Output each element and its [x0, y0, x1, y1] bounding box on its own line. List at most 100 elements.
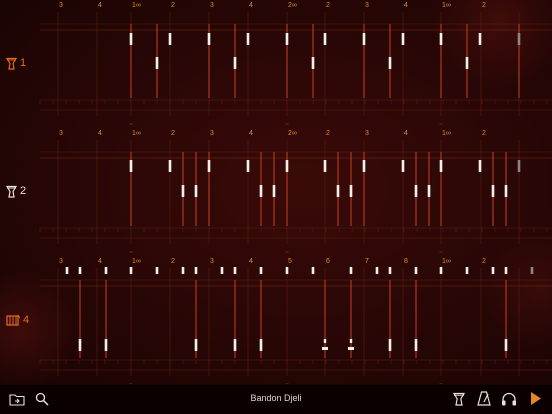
note-low — [491, 185, 495, 197]
note-high — [439, 33, 443, 45]
ruler-label: 2 — [171, 2, 175, 9]
note-high — [129, 267, 133, 274]
note-low — [78, 339, 82, 351]
ruler-label: 1∞ — [132, 130, 141, 137]
headphones-button[interactable] — [499, 390, 519, 410]
metronome-button[interactable] — [474, 390, 494, 410]
ruler-label: 4 — [98, 130, 102, 137]
bottom-toolbar: Bandon Djeli — [0, 384, 552, 414]
track-label-2[interactable]: 2 — [6, 183, 26, 199]
note-high — [323, 33, 327, 45]
note-high — [168, 33, 172, 45]
ruler-label: 4 — [404, 2, 408, 9]
beat-mark: = — [129, 250, 133, 256]
note-high — [465, 267, 469, 274]
ruler-label: 2 — [482, 258, 486, 265]
note-high — [478, 160, 482, 172]
note-flam — [348, 347, 354, 350]
note-high — [439, 267, 443, 274]
note-high — [491, 267, 495, 274]
ruler-label: 3 — [365, 130, 369, 137]
note-high — [375, 267, 379, 274]
note-high — [285, 33, 289, 45]
ruler-label: 2 — [326, 2, 330, 9]
ruler-label: 2 — [171, 258, 175, 265]
note-high — [246, 160, 250, 172]
ruler-label: 8 — [404, 258, 408, 265]
note-low — [414, 339, 418, 351]
note-high — [323, 160, 327, 172]
beat-mark: = — [285, 250, 289, 256]
ruler-label: 3 — [59, 130, 63, 137]
ruler-label: 2∞ — [288, 130, 297, 137]
note-flam-top — [349, 339, 353, 343]
ruler-label: 3 — [210, 130, 214, 137]
note-low — [504, 339, 508, 351]
ruler-label: 3 — [59, 2, 63, 9]
track-number: 2 — [20, 185, 27, 197]
ruler-label: 4 — [249, 2, 253, 9]
note-high — [517, 33, 521, 45]
note-high — [362, 160, 366, 172]
note-high — [181, 267, 185, 274]
note-high — [478, 33, 482, 45]
note-high — [78, 267, 82, 274]
ruler-label: 4 — [98, 2, 102, 9]
headphones-icon — [501, 391, 517, 410]
ruler-label: 7 — [365, 258, 369, 265]
note-high — [362, 33, 366, 45]
note-high — [517, 160, 521, 172]
note-low — [504, 185, 508, 197]
note-high — [311, 267, 315, 274]
note-flam-top — [323, 339, 327, 343]
ruler-label: 3 — [365, 2, 369, 9]
beat-mark: = — [439, 250, 443, 256]
note-low — [104, 339, 108, 351]
ruler-label: 2 — [482, 130, 486, 137]
note-high — [285, 267, 289, 274]
ruler-label: 4 — [404, 130, 408, 137]
instrument-button[interactable] — [449, 390, 469, 410]
note-low — [336, 185, 340, 197]
ruler-label: 3 — [59, 258, 63, 265]
note-high — [168, 160, 172, 172]
beat-mark: = — [439, 122, 443, 128]
ruler-label: 6 — [326, 258, 330, 265]
beat-mark: = — [285, 122, 289, 128]
ruler-label: 1∞ — [442, 130, 451, 137]
note-high — [414, 267, 418, 274]
track-label-4[interactable]: 4 — [6, 312, 29, 328]
play-button[interactable] — [526, 390, 546, 410]
note-high — [129, 33, 133, 45]
note-high — [207, 33, 211, 45]
note-high — [504, 267, 508, 274]
ruler-label: 1∞ — [442, 2, 451, 9]
ruler-label: 3 — [210, 258, 214, 265]
note-low — [233, 57, 237, 69]
note-low — [272, 185, 276, 197]
ruler-label: 4 — [249, 258, 253, 265]
song-title[interactable]: Bandon Djeli — [0, 393, 552, 403]
ruler-label: 1∞ — [132, 2, 141, 9]
note-low — [155, 57, 159, 69]
ruler-label: 1∞ — [132, 258, 141, 265]
djembe-icon — [6, 57, 17, 70]
metronome-icon — [477, 390, 491, 410]
ruler-label: 2∞ — [288, 2, 297, 9]
note-high — [388, 267, 392, 274]
rhythm-grid[interactable]: 3 4 1∞ 2 3 4 2∞ 2 3 4 1∞ 2 = = = 3 4 1∞ 2 3 4 2∞ 2 3 4 1∞ 2 = = = 3 4 1∞… — [0, 0, 552, 384]
note-low — [194, 185, 198, 197]
note-low — [194, 339, 198, 351]
note-high — [233, 267, 237, 274]
note-high — [207, 160, 211, 172]
note-low — [181, 185, 185, 197]
ruler-label: 3 — [210, 2, 214, 9]
note-high — [155, 267, 159, 274]
note-low — [465, 57, 469, 69]
djembe-icon — [452, 391, 466, 410]
track-label-1[interactable]: 1 — [6, 55, 26, 71]
note-high — [65, 267, 69, 274]
dundun-icon — [6, 314, 20, 327]
note-high — [401, 33, 405, 45]
note-high — [285, 160, 289, 172]
